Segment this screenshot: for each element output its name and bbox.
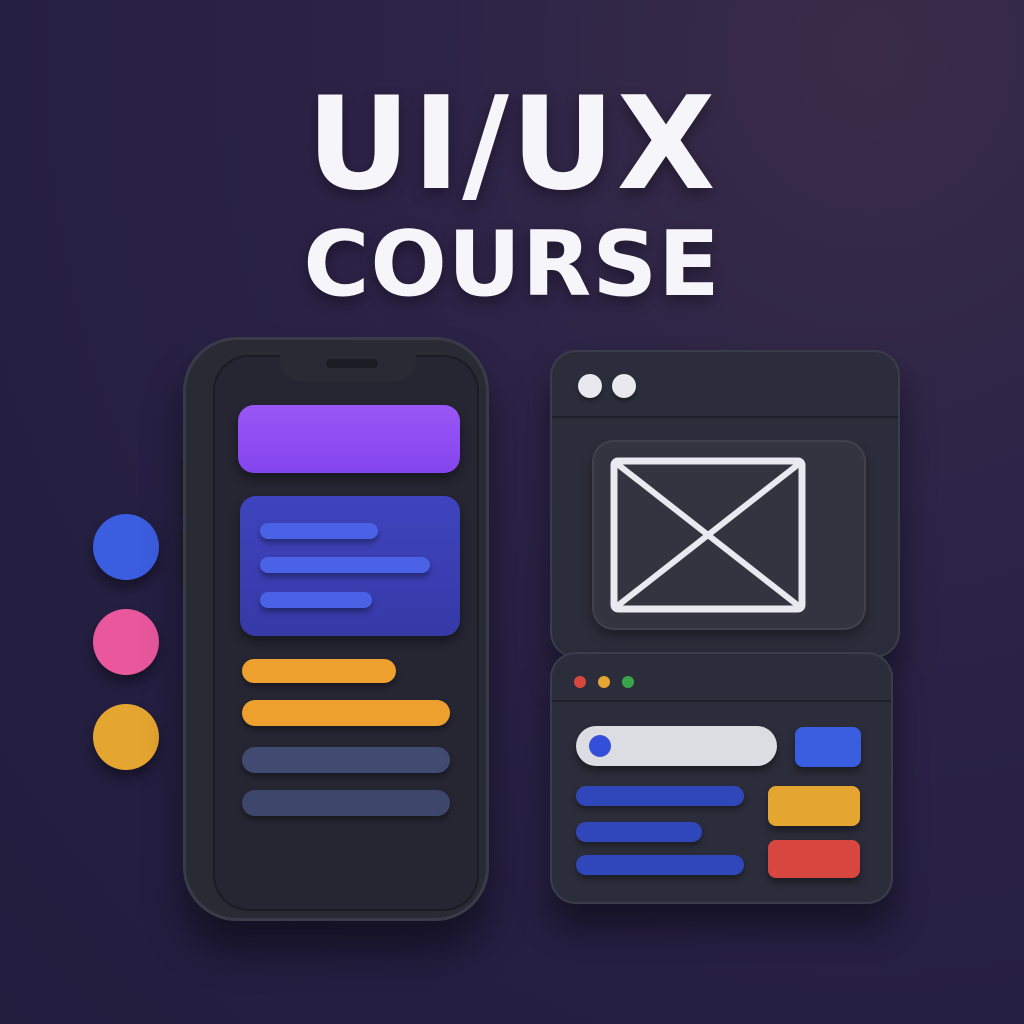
window-control-dot bbox=[612, 374, 636, 398]
card-text-line bbox=[260, 523, 378, 539]
phone-speaker bbox=[326, 359, 378, 368]
search-toggle-knob bbox=[589, 735, 611, 757]
phone-text-line bbox=[242, 747, 450, 773]
form-text-line bbox=[576, 822, 702, 842]
window-control-dot bbox=[578, 374, 602, 398]
submit-button[interactable] bbox=[795, 727, 861, 767]
phone-text-line bbox=[242, 790, 450, 816]
form-text-line bbox=[576, 786, 744, 806]
phone-text-line bbox=[242, 659, 396, 683]
color-dot-pink bbox=[93, 609, 159, 675]
window-close-dot bbox=[574, 676, 586, 688]
phone-header-bar bbox=[238, 405, 460, 473]
card-text-line bbox=[260, 557, 430, 573]
window-divider bbox=[552, 700, 891, 702]
window-minimize-dot bbox=[598, 676, 610, 688]
course-subtitle: COURSE bbox=[303, 212, 721, 317]
color-dot-yellow bbox=[93, 704, 159, 770]
color-dot-blue bbox=[93, 514, 159, 580]
window-maximize-dot bbox=[622, 676, 634, 688]
course-title: UI/UX bbox=[306, 70, 718, 219]
form-text-line bbox=[576, 855, 744, 875]
window-divider bbox=[552, 416, 898, 418]
card-text-line bbox=[260, 592, 372, 608]
image-placeholder-icon bbox=[610, 457, 806, 613]
action-button-red[interactable] bbox=[768, 840, 860, 878]
action-button-yellow[interactable] bbox=[768, 786, 860, 826]
phone-text-line bbox=[242, 700, 450, 726]
